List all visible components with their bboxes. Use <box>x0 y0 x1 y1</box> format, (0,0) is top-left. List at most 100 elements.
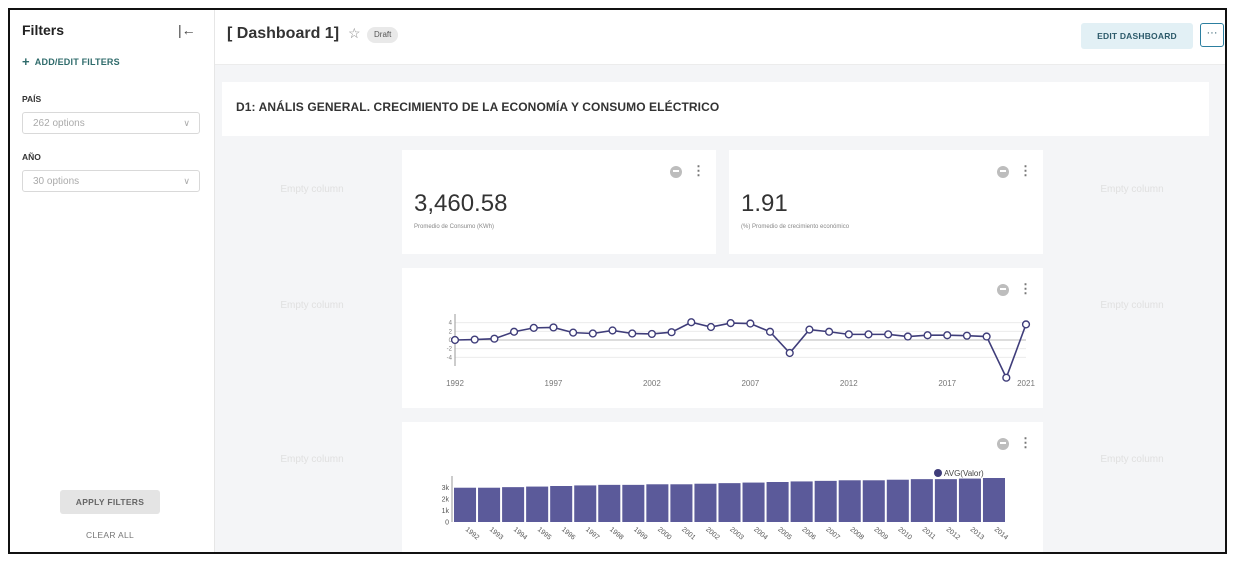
bar <box>862 480 885 522</box>
kebab-menu-icon[interactable]: ⋮ <box>692 163 705 179</box>
bar <box>550 486 573 522</box>
section-title: D1: ANÁLIS GENERAL. CRECIMIENTO DE LA EC… <box>236 100 720 114</box>
kpi-card-crecimiento: ⋮ 1.91 (%) Promedio de crecimiento econó… <box>729 150 1043 254</box>
data-point <box>450 335 460 345</box>
kpi-value: 3,460.58 <box>414 190 508 217</box>
data-point <box>706 322 716 332</box>
bar <box>526 486 549 522</box>
bar <box>982 478 1005 522</box>
x-tick-label: 2021 <box>1017 379 1035 388</box>
add-edit-filters-button[interactable]: + ADD/EDIT FILTERS <box>22 54 120 69</box>
x-tick-label: 2010 <box>897 526 914 541</box>
y-tick-label: 2k <box>442 497 450 504</box>
bar <box>670 484 693 522</box>
dashboard-title: [ Dashboard 1] <box>227 25 340 42</box>
line-chart: 420-2-41992 1997 2002 2007 2012 2017 2021 <box>446 314 1035 388</box>
data-point <box>687 318 696 327</box>
x-tick-label: 2005 <box>776 526 793 541</box>
data-point <box>943 331 952 340</box>
bar <box>454 487 477 522</box>
x-tick-label: 1996 <box>560 526 577 541</box>
x-tick-label: 2004 <box>752 526 769 541</box>
data-point <box>628 329 637 338</box>
empty-column: Empty column <box>280 454 344 465</box>
draft-badge: Draft <box>367 27 399 43</box>
bar <box>478 487 501 522</box>
line-chart-card: ⋮ 4 2 0 -2 -4 1992 1997 2002 2007 2012 2017 2021 <box>402 268 1043 408</box>
kebab-menu-icon[interactable]: ⋮ <box>1019 163 1032 179</box>
data-point <box>844 330 853 339</box>
y-tick-label: 4 <box>449 321 453 327</box>
data-point <box>765 327 775 336</box>
filter-icon[interactable] <box>997 166 1009 178</box>
bar-chart: 3k 2k 1k 0 AVG(Valor) 1992 1993 1994 1995 1996 199… <box>442 469 1010 542</box>
kpi-label: (%) Promedio de crecimiento económico <box>741 224 850 230</box>
x-tick-label: 1993 <box>488 526 505 541</box>
data-point <box>1021 320 1031 329</box>
x-tick-label: 2002 <box>643 379 661 388</box>
pais-select[interactable]: 262 options ∨ <box>22 112 200 134</box>
bar <box>598 484 621 522</box>
data-point <box>805 325 814 334</box>
bar <box>934 479 957 522</box>
more-options-button[interactable]: ··· <box>1200 23 1224 47</box>
y-tick-label: -4 <box>447 355 453 361</box>
data-point <box>982 332 991 341</box>
y-tick-label: 0 <box>445 520 449 527</box>
favorite-star-icon[interactable]: ☆ <box>348 25 361 42</box>
x-tick-label: 2013 <box>969 526 986 541</box>
pais-select-value: 262 options <box>33 118 85 129</box>
x-tick-label: 2011 <box>921 526 937 541</box>
data-point <box>1002 373 1011 382</box>
data-point <box>825 327 834 336</box>
data-point <box>509 327 519 336</box>
data-point <box>884 330 893 339</box>
filters-sidebar: Filters |← + ADD/EDIT FILTERS PAÍS 262 op… <box>10 10 215 552</box>
x-tick-label: 2012 <box>840 379 858 388</box>
bar <box>718 483 741 522</box>
kpi-value: 1.91 <box>741 190 788 217</box>
app-window: Filters |← + ADD/EDIT FILTERS PAÍS 262 op… <box>8 8 1227 554</box>
clear-all-button[interactable]: CLEAR ALL <box>60 530 160 540</box>
y-tick-label: 1k <box>442 508 450 515</box>
kpi-label: Promedio de Consumo (KWh) <box>414 224 495 230</box>
bar <box>958 478 981 522</box>
data-point <box>529 323 538 332</box>
edit-dashboard-button[interactable]: EDIT DASHBOARD <box>1081 23 1193 49</box>
data-point <box>726 318 735 328</box>
bar <box>910 479 933 522</box>
data-point <box>923 331 932 340</box>
x-tick-label: 2012 <box>945 526 962 541</box>
data-point <box>647 329 656 339</box>
x-tick-label: 2000 <box>656 526 673 541</box>
data-point <box>962 331 972 340</box>
filter-label-ano: AÑO <box>22 152 41 162</box>
x-tick-label: 1992 <box>446 379 464 388</box>
ano-select-value: 30 options <box>33 176 80 187</box>
x-tick-label: 2014 <box>993 526 1010 541</box>
bar <box>646 484 669 522</box>
bar <box>766 482 789 522</box>
x-tick-label: 1992 <box>464 526 481 541</box>
apply-filters-button[interactable]: APPLY FILTERS <box>60 490 160 514</box>
collapse-sidebar-icon[interactable]: |← <box>178 22 196 38</box>
filter-icon[interactable] <box>670 166 682 178</box>
data-point <box>903 332 912 341</box>
empty-column: Empty column <box>280 184 344 195</box>
x-tick-label: 2002 <box>704 526 721 541</box>
x-tick-label: 1994 <box>512 526 529 541</box>
add-edit-filters-label: ADD/EDIT FILTERS <box>34 57 120 67</box>
legend-marker <box>934 469 942 477</box>
bar <box>574 485 597 522</box>
data-point <box>864 330 873 339</box>
bar-chart-card: ⋮ 3k 2k 1k 0 AVG(Valor) 1992 1993 1994 1995 1996 1… <box>402 422 1043 552</box>
data-point <box>490 334 499 343</box>
x-tick-label: 1995 <box>536 526 553 541</box>
series-line <box>454 321 1027 380</box>
x-tick-label: 2007 <box>824 526 841 541</box>
x-tick-label: 2017 <box>938 379 956 388</box>
bar <box>838 480 861 522</box>
x-tick-label: 1997 <box>545 379 563 388</box>
empty-column: Empty column <box>280 300 344 311</box>
ano-select[interactable]: 30 options ∨ <box>22 170 200 192</box>
